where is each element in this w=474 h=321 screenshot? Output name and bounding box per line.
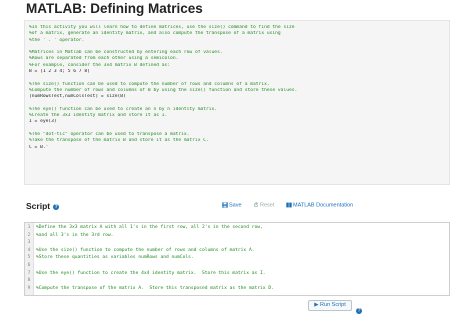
code-line[interactable]: 8 bbox=[25, 277, 36, 285]
code-line[interactable]: 6 bbox=[25, 262, 36, 270]
instructions-panel: %In this activity you will learn how to … bbox=[24, 20, 450, 185]
save-label: Save bbox=[229, 202, 242, 209]
code-line[interactable]: 2 %and all 3's in the 3rd row. bbox=[25, 232, 114, 240]
line-number: 7 bbox=[27, 270, 31, 276]
run-script-button[interactable]: ▶ Run Script bbox=[308, 300, 352, 311]
run-help-icon[interactable]: ? bbox=[356, 302, 362, 320]
line-number: 4 bbox=[27, 247, 31, 253]
save-button[interactable]: Save bbox=[222, 202, 242, 208]
line-number: 5 bbox=[27, 255, 31, 261]
save-icon bbox=[222, 202, 228, 208]
line-number: 2 bbox=[27, 232, 31, 238]
line-number: 1 bbox=[27, 225, 31, 230]
line-number: 3 bbox=[27, 240, 31, 246]
code-line[interactable]: 9 %Compute the transpose of the matrix A.… bbox=[25, 285, 274, 293]
line-number: 8 bbox=[27, 278, 31, 284]
script-heading: Script? bbox=[26, 201, 60, 211]
code-text: %and all 3's in the 3rd row. bbox=[36, 232, 114, 238]
code-text: %Use the size() function to compute the … bbox=[36, 247, 255, 253]
code-line[interactable]: 5 %Store these quantities as variables nu… bbox=[25, 254, 194, 262]
reset-label: Reset bbox=[260, 202, 275, 209]
book-icon bbox=[286, 202, 292, 208]
code-text: %Store these quantities as variables num… bbox=[36, 255, 194, 261]
script-title: Script bbox=[26, 201, 51, 211]
instruction-line: C = B.' bbox=[29, 144, 49, 150]
reset-icon bbox=[253, 202, 259, 208]
code-line[interactable]: 7 %Use the eye() function to create the 4… bbox=[25, 270, 266, 278]
code-line[interactable]: 4 %Use the size() function to compute the… bbox=[25, 247, 255, 255]
code-text: %Define the 3x3 matrix A with all 1's in… bbox=[36, 225, 263, 230]
code-text: %Use the eye() function to create the 4x… bbox=[36, 270, 266, 276]
code-editor[interactable]: 1 %Define the 3x3 matrix A with all 1's i… bbox=[24, 222, 450, 296]
matlab-documentation-link[interactable]: MATLAB Documentation bbox=[286, 202, 353, 208]
code-text: %Compute the transpose of the matrix A. … bbox=[36, 285, 274, 291]
line-number: 9 bbox=[27, 285, 31, 291]
line-number: 6 bbox=[27, 263, 31, 268]
page-title: MATLAB: Defining Matrices bbox=[26, 1, 203, 16]
code-line[interactable]: 3 bbox=[25, 239, 36, 247]
help-icon[interactable]: ? bbox=[53, 203, 60, 210]
documentation-label: MATLAB Documentation bbox=[293, 202, 354, 209]
code-line[interactable]: 1 %Define the 3x3 matrix A with all 1's i… bbox=[25, 224, 263, 232]
reset-button[interactable]: Reset bbox=[253, 202, 274, 208]
